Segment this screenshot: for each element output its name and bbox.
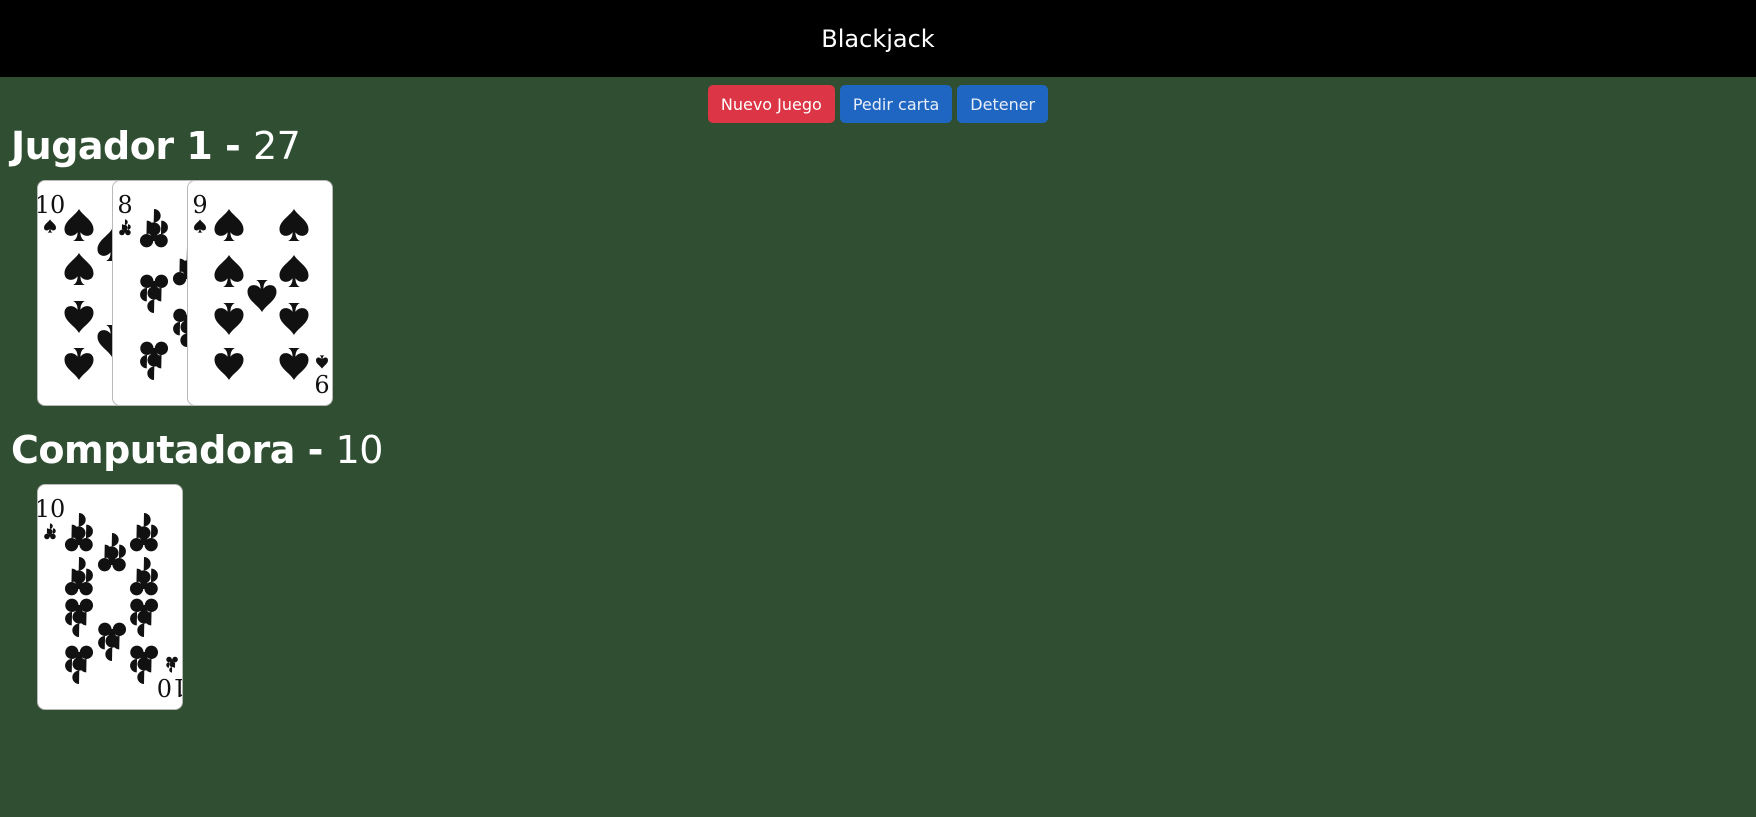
card-rank-top: 9: [192, 191, 207, 219]
player-hand: 10108899: [37, 180, 337, 408]
spade-pip-icon: [214, 303, 244, 335]
player-separator: -: [212, 124, 253, 168]
card-corner-suit-icon: [44, 523, 56, 540]
card-corner-suit-icon: [166, 656, 178, 673]
club-pip-icon: [130, 645, 159, 684]
card-rank-top: 8: [117, 191, 132, 219]
computer-heading: Computadora - 10: [11, 428, 383, 472]
spade-pip-icon: [64, 348, 94, 380]
app-title: Blackjack: [821, 24, 935, 53]
computer-score: 10: [335, 428, 384, 472]
playing-card: 10 10: [37, 484, 183, 710]
card-corner-suit-icon: [44, 219, 56, 233]
spade-pip-icon: [214, 255, 244, 287]
club-pip-icon: [129, 557, 158, 596]
spade-pip-icon: [214, 209, 244, 241]
card-rank-top: 10: [38, 191, 65, 219]
spade-pip-icon: [64, 301, 94, 333]
spade-pip-icon: [247, 280, 277, 312]
club-pip-icon: [140, 341, 169, 380]
player-name: Jugador 1: [11, 124, 213, 168]
hit-button[interactable]: Pedir carta: [839, 85, 953, 123]
club-pip-icon: [65, 645, 94, 684]
club-pip-icon: [129, 513, 158, 552]
card-corner-suit-icon: [316, 355, 328, 369]
card-corner-suit-icon: [119, 219, 131, 236]
computer-separator: -: [294, 428, 336, 472]
spade-pip-icon: [64, 209, 94, 241]
card-rank-top: 10: [38, 495, 65, 523]
club-pip-icon: [140, 274, 169, 313]
club-pip-icon: [64, 513, 93, 552]
club-pip-icon: [65, 598, 94, 637]
club-pip-icon: [97, 533, 126, 572]
spade-pip-icon: [279, 255, 309, 287]
spade-pip-icon: [64, 253, 94, 285]
spade-pip-icon: [214, 348, 244, 380]
spade-pip-icon: [279, 348, 309, 380]
player-heading: Jugador 1 - 27: [11, 124, 301, 168]
club-pip-icon: [139, 209, 168, 248]
card-rank-bottom: 9: [314, 369, 329, 397]
card-rank-bottom: 10: [157, 673, 183, 701]
stand-button[interactable]: Detener: [957, 85, 1049, 123]
new-game-button[interactable]: Nuevo Juego: [707, 85, 835, 123]
playing-card: 99: [187, 180, 333, 406]
computer-name: Computadora: [11, 428, 295, 472]
top-bar: Blackjack: [0, 0, 1756, 77]
spade-pip-icon: [279, 303, 309, 335]
computer-hand: 10 10: [37, 484, 187, 712]
game-controls: Nuevo Juego Pedir carta Detener: [0, 85, 1756, 123]
club-pip-icon: [64, 557, 93, 596]
spade-pip-icon: [279, 209, 309, 241]
club-pip-icon: [98, 622, 127, 661]
club-pip-icon: [130, 598, 159, 637]
card-corner-suit-icon: [194, 219, 206, 233]
player-score: 27: [253, 124, 301, 168]
